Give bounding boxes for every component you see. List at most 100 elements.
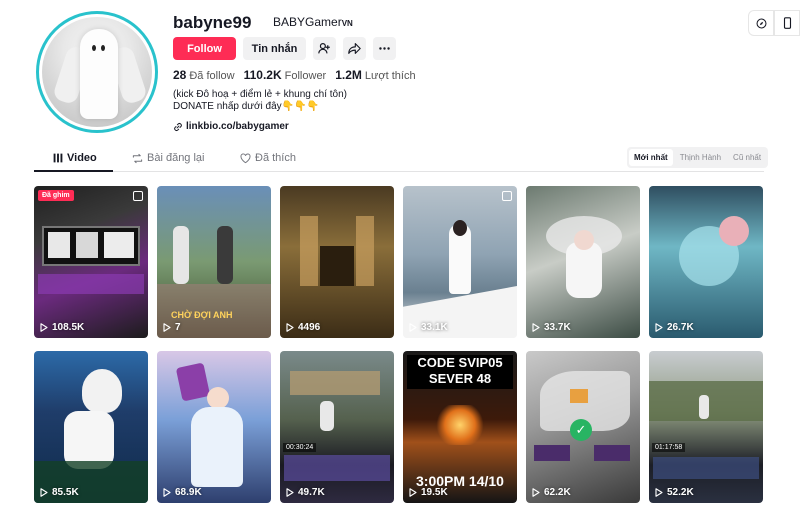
- profile-bio: (kick Đô hoạ + điểm lẻ + khung chí tôn) …: [173, 89, 347, 113]
- top-right-actions: [748, 10, 800, 36]
- view-count: 26.7K: [655, 322, 694, 333]
- tab-reposts-label: Bài đăng lại: [147, 152, 205, 164]
- view-count: 19.5K: [409, 487, 448, 498]
- compass-icon: [756, 18, 766, 28]
- view-count: 108.5K: [40, 322, 84, 333]
- video-tile[interactable]: 33.1K: [403, 186, 517, 338]
- sort-option-oldest[interactable]: Cũ nhất: [728, 149, 766, 166]
- tab-liked-label: Đã thích: [255, 152, 296, 164]
- video-tile[interactable]: 00:30:24 49.7K: [280, 351, 394, 503]
- profile-stats: 28 Đã follow 110.2K Follower 1.2M Lượt thíc…: [173, 68, 416, 82]
- video-tile[interactable]: 85.5K: [34, 351, 148, 503]
- view-count: 62.2K: [532, 487, 571, 498]
- play-icon: [409, 323, 417, 332]
- nickname-suffix: VN: [341, 19, 353, 28]
- bio-link-text: linkbio.co/babygamer: [186, 121, 289, 132]
- message-button[interactable]: Tin nhắn: [243, 37, 306, 60]
- bio-line-2: DONATE nhấp dưới đây👇👇👇: [173, 101, 320, 112]
- view-count-text: 108.5K: [52, 322, 85, 333]
- photo-carousel-icon: [133, 191, 143, 201]
- video-tile[interactable]: CHỜ ĐỢI ANH 7: [157, 186, 271, 338]
- tab-video-label: Video: [67, 152, 97, 164]
- tab-video[interactable]: Video: [53, 152, 97, 164]
- play-icon: [286, 323, 294, 332]
- check-circle-icon: ✓: [570, 419, 592, 441]
- photo-carousel-icon: [502, 191, 512, 201]
- followers-stat[interactable]: 110.2K Follower: [244, 68, 327, 82]
- video-tile[interactable]: Đã ghim 108.5K: [34, 186, 148, 338]
- bio-link[interactable]: linkbio.co/babygamer: [173, 121, 289, 132]
- play-icon: [163, 323, 171, 332]
- tab-reposts[interactable]: Bài đăng lại: [132, 152, 205, 164]
- sort-option-popular[interactable]: Thịnh Hành: [675, 149, 726, 166]
- likes-label: Lượt thích: [364, 70, 416, 82]
- avatar-image: [42, 17, 152, 127]
- sort-option-newest[interactable]: Mới nhất: [629, 149, 673, 166]
- view-count: 33.1K: [409, 322, 448, 333]
- view-count-text: 33.1K: [421, 322, 448, 333]
- code-line-2: SEVER 48: [428, 371, 492, 386]
- view-count-text: 19.5K: [421, 487, 448, 498]
- game-timer: 00:30:24: [283, 443, 317, 452]
- avatar[interactable]: [36, 11, 158, 133]
- compass-button[interactable]: [748, 10, 774, 36]
- more-dots-icon: [379, 47, 390, 50]
- video-tile[interactable]: 01:17:58 52.2K: [649, 351, 763, 503]
- view-count: 68.9K: [163, 487, 202, 498]
- followers-count: 110.2K: [243, 68, 282, 82]
- play-icon: [532, 323, 540, 332]
- view-count-text: 4496: [298, 322, 321, 333]
- heart-outline-icon: [240, 153, 251, 163]
- video-tile[interactable]: 26.7K: [649, 186, 763, 338]
- follow-button[interactable]: Follow: [173, 37, 236, 60]
- view-count-text: 62.2K: [544, 487, 571, 498]
- profile-nickname: BABYGamerVN: [273, 15, 353, 29]
- view-count: 33.7K: [532, 322, 571, 333]
- view-count-text: 49.7K: [298, 487, 325, 498]
- view-count: 49.7K: [286, 487, 325, 498]
- followers-label: Follower: [284, 70, 327, 82]
- link-icon: [174, 122, 182, 131]
- play-icon: [40, 323, 48, 332]
- following-count: 28: [173, 68, 187, 82]
- video-tile[interactable]: 4496: [280, 186, 394, 338]
- sort-segmented-control: Mới nhất Thịnh Hành Cũ nhất: [627, 147, 769, 168]
- tab-liked[interactable]: Đã thích: [240, 152, 296, 164]
- play-icon: [655, 323, 663, 332]
- pinned-badge: Đã ghim: [38, 190, 74, 201]
- view-count-text: 52.2K: [667, 487, 694, 498]
- grid-icon: [53, 153, 63, 163]
- video-tile[interactable]: 33.7K: [526, 186, 640, 338]
- more-options-button[interactable]: [373, 37, 396, 60]
- device-icon: [783, 17, 791, 29]
- repost-icon: [132, 153, 143, 163]
- video-tile[interactable]: CODE SVIP05 SEVER 48 3:00PM 14/10 19.5K: [403, 351, 517, 503]
- view-count-text: 68.9K: [175, 487, 202, 498]
- video-grid: Đã ghim 108.5K CHỜ ĐỢI ANH 7 4496 33.1K …: [34, 186, 763, 503]
- share-button[interactable]: [343, 37, 366, 60]
- add-friend-button[interactable]: [313, 37, 336, 60]
- video-overlay-text: CHỜ ĐỢI ANH: [171, 310, 233, 320]
- game-timer: 01:17:58: [652, 443, 686, 452]
- following-label: Đã follow: [189, 70, 235, 82]
- video-tile[interactable]: 68.9K: [157, 351, 271, 503]
- view-count: 52.2K: [655, 487, 694, 498]
- play-icon: [163, 488, 171, 497]
- active-tab-indicator: [34, 170, 113, 172]
- play-icon: [40, 488, 48, 497]
- view-count: 7: [163, 322, 181, 333]
- video-code-banner: CODE SVIP05 SEVER 48: [407, 355, 513, 389]
- add-user-icon: [318, 43, 330, 54]
- following-stat[interactable]: 28 Đã follow: [173, 68, 235, 82]
- share-icon: [348, 43, 361, 54]
- view-count-text: 26.7K: [667, 322, 694, 333]
- video-tile[interactable]: ✓ 62.2K: [526, 351, 640, 503]
- device-button[interactable]: [774, 10, 800, 36]
- profile-username: babyne99: [173, 13, 252, 32]
- view-count: 4496: [286, 322, 320, 333]
- view-count-text: 85.5K: [52, 487, 79, 498]
- play-icon: [655, 488, 663, 497]
- nickname-text: BABYGamer: [273, 15, 342, 29]
- view-count-text: 33.7K: [544, 322, 571, 333]
- view-count-text: 7: [175, 322, 181, 333]
